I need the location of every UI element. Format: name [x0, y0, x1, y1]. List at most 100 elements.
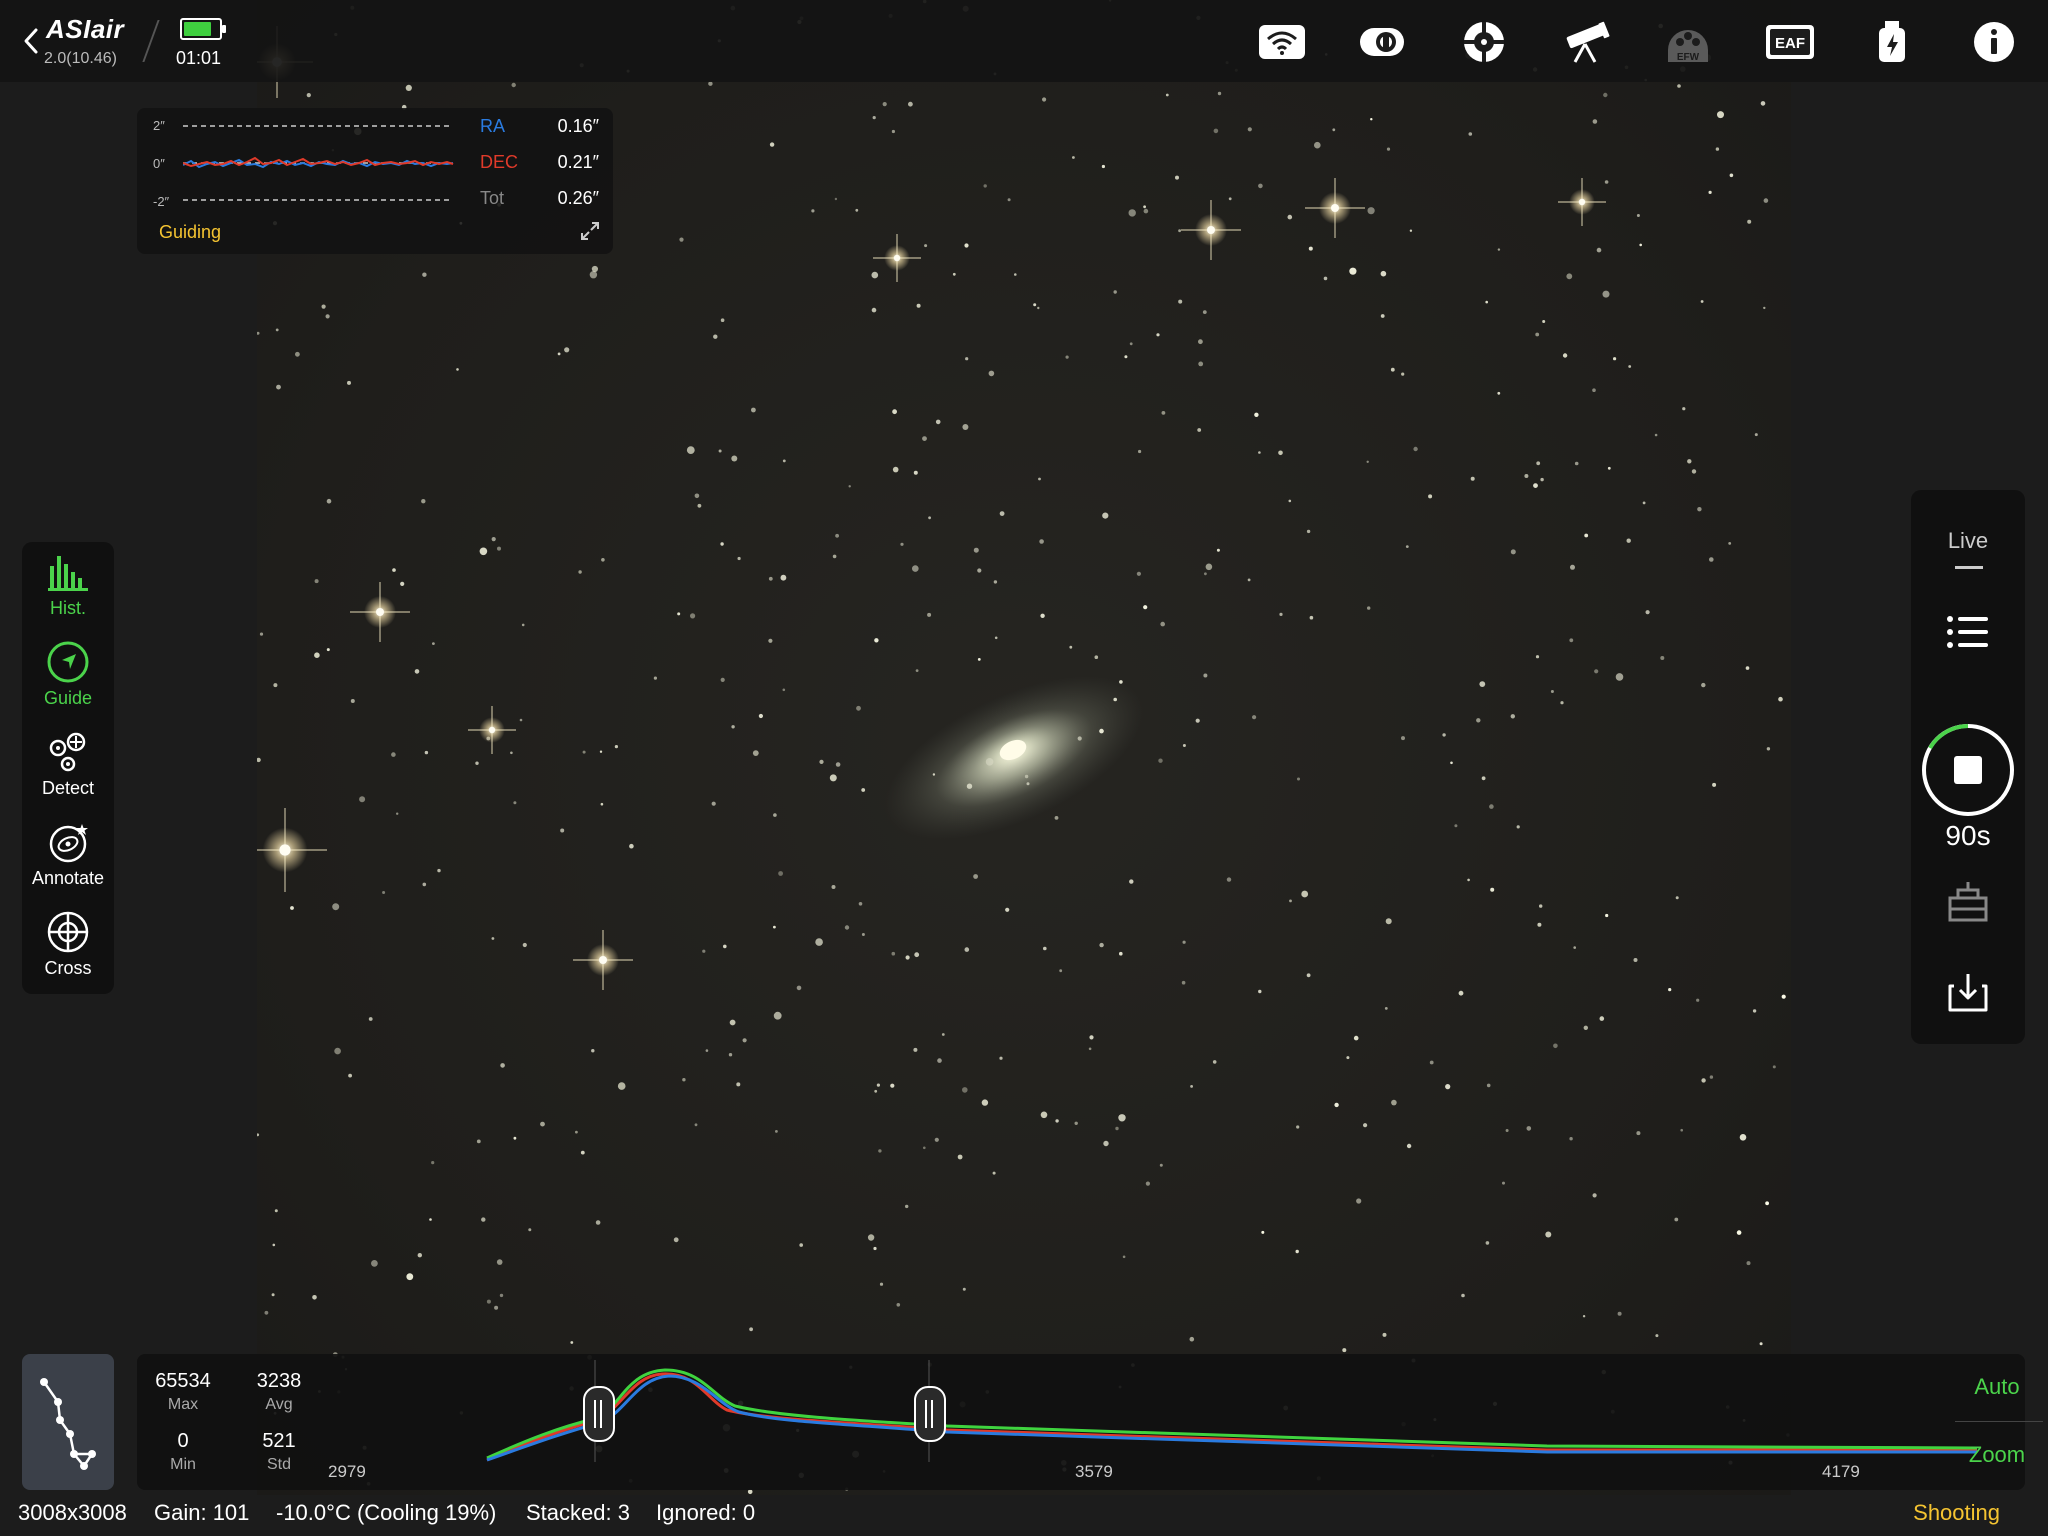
star [994, 636, 998, 640]
star [599, 750, 603, 753]
star [1497, 391, 1501, 395]
star [1390, 367, 1395, 372]
star [1470, 476, 1475, 481]
zoom-button[interactable]: Zoom [1937, 1442, 2048, 1468]
battery-level [184, 22, 211, 36]
usb-power-icon[interactable] [1864, 14, 1920, 70]
back-chevron-icon[interactable] [20, 24, 42, 58]
star [290, 906, 294, 910]
star [1014, 273, 1017, 276]
std-value: 521 [262, 1430, 296, 1452]
star [855, 208, 859, 212]
star [1118, 1114, 1126, 1122]
star [778, 871, 783, 876]
eaf-icon[interactable]: EAF [1762, 14, 1818, 70]
star [1497, 248, 1501, 251]
star [1370, 118, 1373, 121]
constellation-thumbnail[interactable] [22, 1354, 114, 1490]
guiding-panel[interactable]: 2″ 0″ -2″ RA 0.16″ DEC 0.21″ Tot 0.26″ G… [137, 108, 613, 254]
star [1766, 747, 1771, 751]
star [1088, 1047, 1092, 1051]
star [432, 642, 435, 645]
star [1413, 446, 1418, 452]
star [896, 1303, 901, 1307]
star [908, 101, 913, 107]
list-icon[interactable] [1938, 602, 1998, 662]
star [890, 1083, 895, 1088]
tool-guide[interactable]: Guide [22, 632, 114, 720]
star [1535, 655, 1540, 659]
efw-label: EFW [1677, 52, 1700, 63]
star [1537, 922, 1542, 927]
tool-annotate[interactable]: Annotate [22, 812, 114, 900]
tool-cross[interactable]: Cross [22, 902, 114, 990]
guide-scope-icon[interactable] [1456, 14, 1512, 70]
star [1033, 303, 1037, 307]
star [1054, 816, 1059, 820]
star [694, 1123, 698, 1127]
star [1592, 119, 1598, 124]
star [876, 1083, 881, 1087]
star [1602, 290, 1610, 298]
efw-icon[interactable]: EFW [1660, 14, 1716, 70]
star [747, 1489, 753, 1495]
star [1314, 141, 1321, 149]
star [275, 328, 279, 332]
download-icon[interactable] [1938, 962, 1998, 1022]
star [1198, 339, 1203, 345]
star [400, 581, 405, 587]
live-mode-toggle[interactable]: Live [1911, 528, 2025, 554]
axis-min-label: 2979 [328, 1462, 366, 1481]
star [321, 304, 326, 309]
star [923, 1146, 926, 1150]
star [1296, 1125, 1300, 1129]
telescope-icon[interactable] [1558, 14, 1614, 70]
star [782, 688, 786, 692]
dec-value: 0.21″ [557, 152, 599, 172]
tool-detect[interactable]: Detect [22, 722, 114, 810]
star [832, 554, 837, 559]
exposure-time[interactable]: 90s [1911, 820, 2025, 852]
galaxy [884, 676, 1144, 840]
star [819, 759, 824, 765]
star [540, 1121, 545, 1127]
app-name: ASIair [46, 14, 125, 44]
star [499, 1293, 504, 1298]
star [768, 638, 773, 643]
calibration-icon[interactable] [1938, 872, 1998, 932]
star [872, 116, 876, 120]
star [1289, 899, 1292, 903]
star [1301, 890, 1309, 898]
star [1569, 638, 1574, 643]
wifi-icon[interactable] [1254, 14, 1310, 70]
star [1103, 1140, 1109, 1147]
star [1781, 994, 1786, 999]
star [1461, 1293, 1465, 1298]
star [1406, 1143, 1412, 1149]
star [1510, 714, 1516, 719]
expand-icon[interactable] [579, 220, 601, 242]
star [964, 243, 969, 248]
star [1119, 680, 1123, 684]
black-point-handle[interactable] [583, 1386, 615, 1442]
auto-stretch-button[interactable]: Auto [1937, 1374, 2048, 1400]
star [1502, 1181, 1505, 1185]
star [497, 546, 501, 551]
tool-histogram[interactable]: Hist. [22, 542, 114, 630]
star [580, 1150, 585, 1155]
info-icon[interactable] [1966, 14, 2022, 70]
white-point-handle[interactable] [914, 1386, 946, 1442]
star [891, 951, 896, 956]
camera-icon[interactable] [1354, 14, 1410, 70]
stop-button[interactable] [1920, 722, 2016, 818]
star [891, 129, 896, 134]
star [878, 1149, 882, 1153]
star [915, 669, 919, 672]
star [1007, 198, 1011, 202]
star [481, 1217, 486, 1222]
star [1165, 93, 1169, 97]
star [1202, 310, 1207, 314]
star [1645, 610, 1650, 615]
star [815, 938, 823, 946]
star [758, 713, 763, 719]
